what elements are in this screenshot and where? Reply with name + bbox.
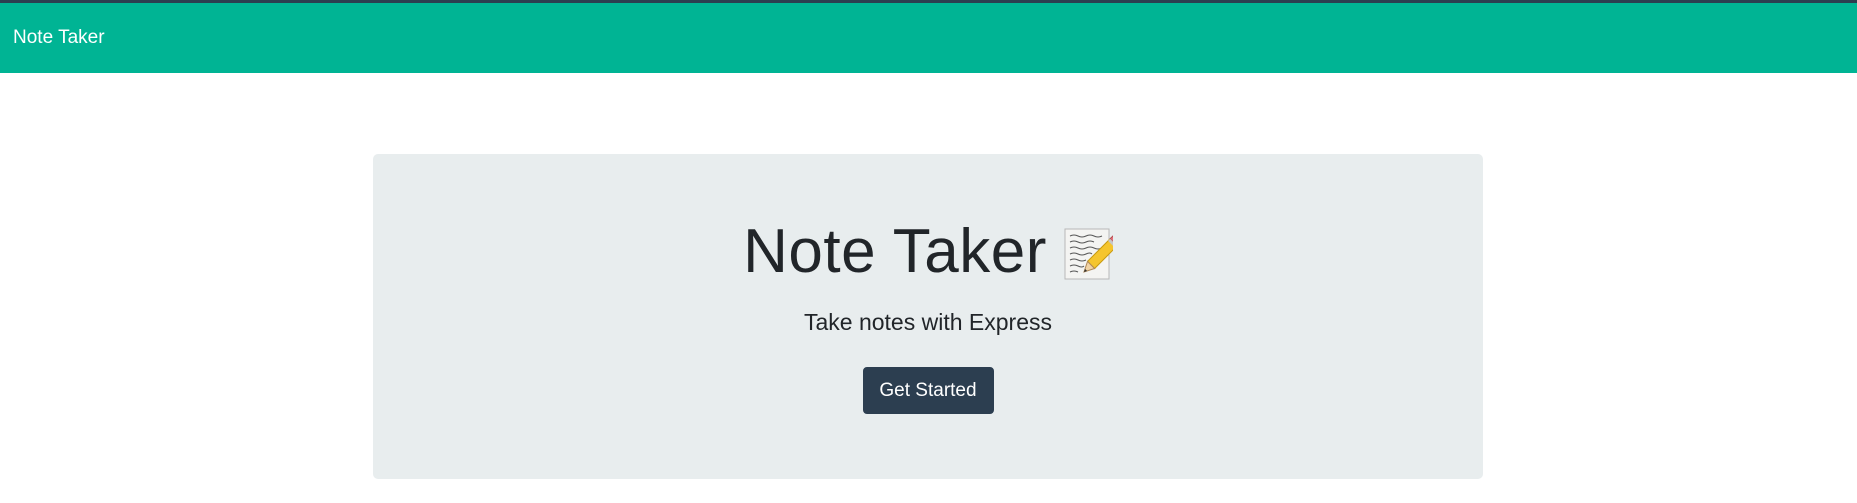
cta-wrapper: Get Started: [373, 367, 1483, 414]
navbar: Note Taker: [0, 3, 1857, 73]
hero-subtitle: Take notes with Express: [803, 309, 1052, 335]
hero-title: Note Taker: [373, 217, 1483, 287]
hero-title-text: Note Taker: [743, 217, 1047, 286]
navbar-brand-link[interactable]: Note Taker: [13, 27, 105, 49]
hero-jumbotron: Note Taker Take notes with Express Get S…: [373, 154, 1483, 479]
get-started-button[interactable]: Get Started: [862, 367, 994, 414]
memo-icon: [1063, 227, 1123, 281]
